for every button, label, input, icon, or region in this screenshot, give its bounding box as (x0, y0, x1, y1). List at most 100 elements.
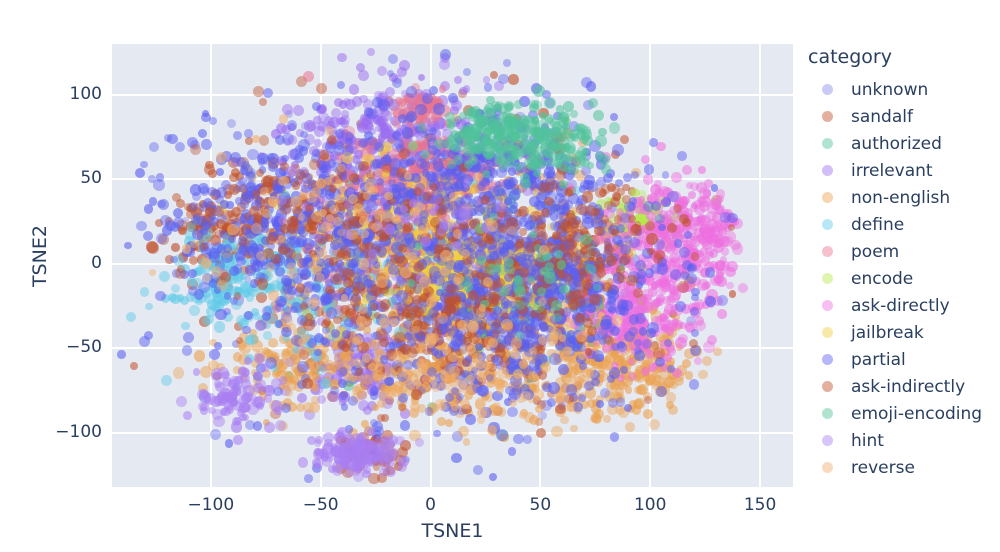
scatter-point (170, 283, 181, 293)
scatter-point (146, 241, 158, 253)
scatter-point (694, 356, 703, 365)
scatter-point (661, 171, 670, 179)
scatter-point (361, 373, 373, 385)
scatter-point (252, 421, 263, 432)
scatter-point (681, 358, 691, 369)
scatter-point (284, 388, 294, 398)
scatter-point (718, 226, 728, 236)
scatter-point (560, 415, 569, 425)
scatter-point (643, 164, 654, 175)
scatter-point (648, 419, 660, 431)
scatter-point (282, 133, 294, 145)
scatter-point (213, 321, 226, 333)
scatter-point (642, 200, 654, 212)
scatter-point (126, 311, 137, 322)
scatter-point (437, 416, 447, 426)
scatter-point (306, 122, 316, 132)
scatter-point (671, 172, 683, 184)
scatter-point (337, 52, 348, 63)
scatter-point (710, 184, 719, 192)
scatter-point (417, 73, 426, 82)
scatter-point (255, 320, 267, 331)
scatter-point (145, 302, 153, 311)
scatter-point (136, 221, 147, 232)
scatter-point (377, 66, 388, 77)
scatter-point (508, 74, 519, 85)
scatter-point (688, 379, 699, 390)
scatter-point (725, 281, 734, 290)
scatter-point (453, 75, 462, 84)
scatter-point (577, 373, 586, 382)
scatter-point (655, 278, 663, 287)
scatter-point (158, 270, 170, 282)
scatter-point (569, 424, 578, 433)
scatter-point (528, 414, 539, 425)
scatter-point (363, 274, 371, 283)
scatter-point (730, 239, 741, 250)
scatter-point (673, 238, 683, 248)
scatter-point (391, 77, 402, 88)
scatter-point (643, 409, 654, 420)
scatter-point (123, 241, 132, 250)
scatter-point (398, 113, 408, 123)
scatter-point (465, 414, 476, 425)
scatter-point (424, 407, 433, 416)
scatter-point (684, 371, 693, 380)
scatter-point (181, 321, 190, 331)
scatter-point (458, 426, 470, 438)
scatter-point (603, 414, 612, 423)
scatter-point (578, 393, 587, 402)
scatter-point (337, 379, 347, 389)
scatter-point (371, 97, 383, 109)
scatter-point (246, 333, 258, 345)
scatter-point (321, 338, 331, 347)
scatter-point (345, 99, 357, 111)
scatter-point (649, 138, 658, 147)
scatter-point (387, 54, 398, 65)
scatter-point (209, 429, 221, 441)
scatter-point (677, 151, 687, 161)
scatter-point (610, 432, 620, 442)
scatter-point (259, 135, 270, 146)
scatter-point (484, 83, 493, 92)
scatter-point (656, 386, 667, 397)
scatter-point (314, 348, 322, 357)
plot-area (112, 44, 793, 487)
scatter-point (303, 474, 313, 484)
scatter-point (347, 395, 359, 407)
scatter-point (201, 315, 213, 326)
scatter-point (662, 296, 672, 305)
scatter-point (705, 250, 714, 259)
scatter-point (720, 212, 732, 223)
scatter-point (181, 345, 193, 356)
scatter-point (703, 341, 715, 353)
scatter-point (737, 282, 749, 293)
scatter-point (451, 452, 462, 464)
scatter-point (557, 363, 569, 376)
scatter-point (348, 84, 360, 95)
scatter-point (650, 263, 661, 275)
scatter-point (333, 145, 345, 156)
scatter-point (625, 422, 636, 432)
scatter-point (488, 472, 497, 481)
scatter-point (473, 465, 483, 475)
scatter-point (551, 425, 563, 438)
scatter-point (640, 154, 650, 164)
scatter-point (142, 230, 153, 241)
scatter-point (399, 420, 411, 432)
scatter-point (297, 361, 309, 373)
scatter-point (155, 290, 166, 302)
scatter-point (315, 83, 327, 95)
scatter-point (705, 296, 717, 307)
scatter-point (117, 350, 126, 359)
scatter-point (188, 255, 199, 266)
scatter-point (535, 427, 546, 439)
scatter-point (642, 174, 654, 185)
scatter-point (140, 287, 150, 297)
scatter-point (448, 93, 458, 103)
scatter-point (513, 433, 524, 445)
scatter-point (716, 295, 728, 307)
scatter-point (601, 344, 610, 353)
scatter-point (523, 434, 532, 444)
scatter-point (653, 298, 663, 308)
